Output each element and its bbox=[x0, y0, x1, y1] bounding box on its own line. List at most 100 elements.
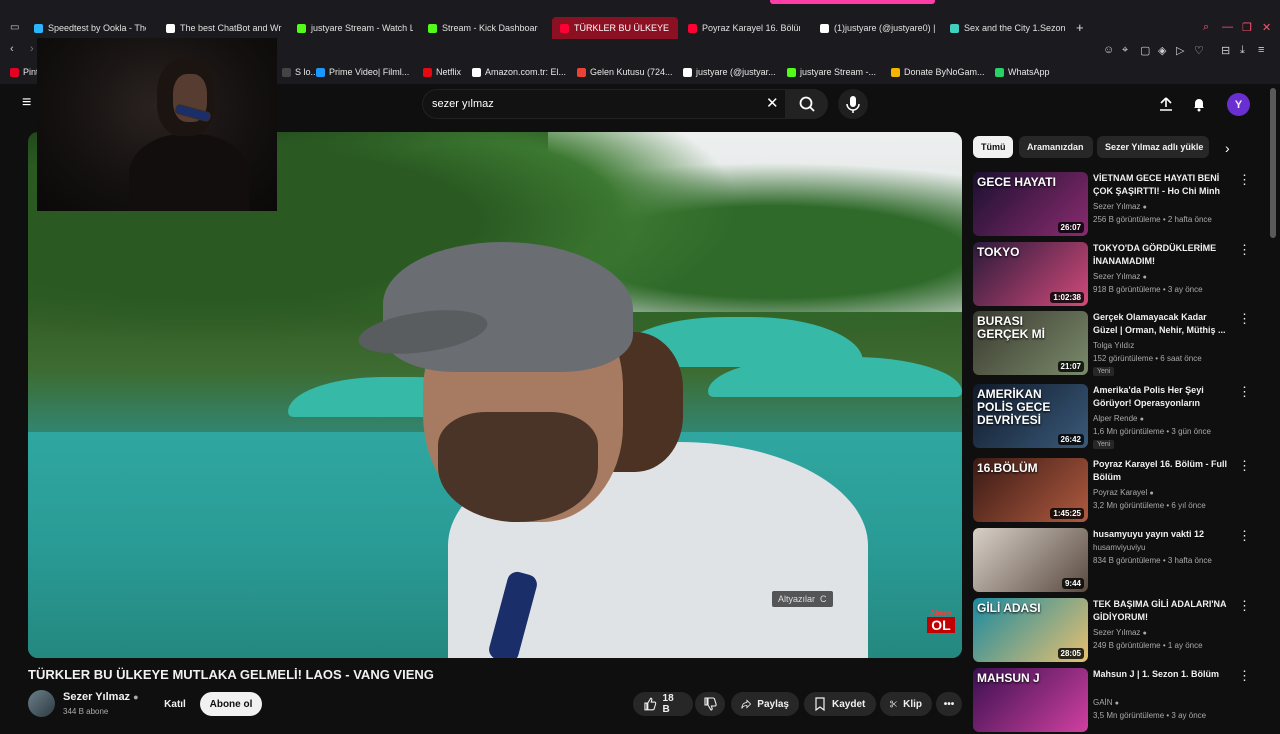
workspaces-icon[interactable]: ▭ bbox=[10, 22, 19, 33]
hamburger-menu-icon[interactable]: ≡ bbox=[22, 94, 31, 112]
recommendation-item[interactable]: 16.BÖLÜM 1:45:25 Poyraz Karayel 16. Bölüm … bbox=[973, 458, 1263, 524]
close-window-icon[interactable]: ✕ bbox=[1262, 21, 1271, 34]
search-input[interactable] bbox=[432, 96, 752, 112]
bookmark-item[interactable]: Prime Video| Filml... bbox=[316, 67, 409, 77]
bookmark-item[interactable]: Gelen Kutusu (724... bbox=[577, 67, 673, 77]
recommendation-channel[interactable]: Sezer Yılmaz ● bbox=[1093, 272, 1147, 281]
chip-from-search[interactable]: Aramanızdan bbox=[1019, 136, 1093, 158]
recommendation-thumbnail[interactable]: GİLİ ADASI 28:05 bbox=[973, 598, 1088, 662]
recommendation-channel[interactable]: Sezer Yılmaz ● bbox=[1093, 202, 1147, 211]
browser-tab[interactable]: The best ChatBot and Wr bbox=[166, 18, 284, 38]
recommendation-title[interactable]: husamyuyu yayın vakti 12 bbox=[1093, 528, 1233, 541]
recommendation-item[interactable]: BURASI GERÇEK Mİ 21:07 Gerçek Olamayacak K… bbox=[973, 311, 1263, 377]
chip-all[interactable]: Tümü bbox=[973, 136, 1013, 158]
more-actions-button[interactable]: ••• bbox=[936, 692, 962, 716]
dislike-button[interactable] bbox=[695, 692, 725, 716]
bookmark-item[interactable]: justyare (@justyar... bbox=[683, 67, 776, 77]
search-button[interactable] bbox=[786, 89, 828, 119]
recommendation-item[interactable]: TOKYO 1:02:38 TOKYO'DA GÖRDÜKLERİME İNANAM… bbox=[973, 242, 1263, 308]
more-options-icon[interactable]: ⋮ bbox=[1238, 528, 1251, 544]
forward-icon[interactable]: › bbox=[30, 43, 34, 55]
recommendation-title[interactable]: Mahsun J | 1. Sezon 1. Bölüm bbox=[1093, 668, 1233, 681]
download-icon[interactable]: ⤓ bbox=[1240, 44, 1245, 57]
join-button[interactable]: Katıl bbox=[155, 692, 195, 716]
more-options-icon[interactable]: ⋮ bbox=[1238, 598, 1251, 614]
recommendation-title[interactable]: Poyraz Karayel 16. Bölüm - Full Bölüm bbox=[1093, 458, 1233, 484]
recommendation-channel[interactable]: Tolga Yıldız bbox=[1093, 341, 1134, 350]
heart-icon[interactable]: ♡ bbox=[1194, 44, 1204, 57]
browser-tab[interactable]: justyare Stream - Watch L bbox=[297, 18, 413, 38]
recommendation-title[interactable]: TOKYO'DA GÖRDÜKLERİME İNANAMADIM! bbox=[1093, 242, 1233, 268]
recommendation-thumbnail[interactable]: TOKYO 1:02:38 bbox=[973, 242, 1088, 306]
browser-tab[interactable]: TÜRKLER BU ÜLKEYE bbox=[552, 17, 678, 39]
browser-tab[interactable]: Sex and the City 1.Sezon bbox=[950, 18, 1065, 38]
emoji-icon[interactable]: ☺ bbox=[1103, 44, 1114, 56]
play-icon[interactable]: ▷ bbox=[1176, 44, 1184, 57]
more-options-icon[interactable]: ⋮ bbox=[1238, 172, 1251, 188]
more-options-icon[interactable]: ⋮ bbox=[1238, 384, 1251, 400]
new-tab-button[interactable]: + bbox=[1076, 20, 1084, 35]
subscribe-watermark[interactable]: Abone OL bbox=[927, 610, 955, 642]
bookmark-item[interactable]: Netflix bbox=[423, 67, 461, 77]
recommendation-thumbnail[interactable]: AMERİKAN POLİS GECE DEVRİYESİ 26:42 bbox=[973, 384, 1088, 448]
recommendation-thumbnail[interactable]: 16.BÖLÜM 1:45:25 bbox=[973, 458, 1088, 522]
screenshot-icon[interactable]: ▢ bbox=[1140, 44, 1150, 57]
page-scrollbar[interactable] bbox=[1270, 88, 1276, 238]
save-button[interactable]: Kaydet bbox=[804, 692, 876, 716]
minimize-icon[interactable]: — bbox=[1222, 21, 1233, 33]
bookmark-item[interactable]: Pint bbox=[10, 67, 39, 77]
recommendation-channel[interactable]: GAİN ● bbox=[1093, 698, 1119, 707]
recommendation-thumbnail[interactable]: 9:44 bbox=[973, 528, 1088, 592]
recommendation-thumbnail[interactable]: BURASI GERÇEK Mİ 21:07 bbox=[973, 311, 1088, 375]
recommendation-title[interactable]: TEK BAŞIMA GİLİ ADALARI'NA GİDİYORUM! bbox=[1093, 598, 1233, 624]
recommendation-item[interactable]: GECE HAYATI 26:07 VİETNAM GECE HAYATI BENİ… bbox=[973, 172, 1263, 238]
search-tabs-icon[interactable]: ⌕ bbox=[1203, 21, 1209, 34]
subscribe-button[interactable]: Abone ol bbox=[200, 692, 262, 716]
recommendation-title[interactable]: Gerçek Olamayacak Kadar Güzel | Orman, N… bbox=[1093, 311, 1233, 337]
chip-channel-uploads[interactable]: Sezer Yılmaz adlı yükle bbox=[1097, 136, 1209, 158]
bookmark-item[interactable]: WhatsApp bbox=[995, 67, 1050, 77]
recommendation-channel[interactable]: Poyraz Karayel ● bbox=[1093, 488, 1154, 497]
clear-search-icon[interactable]: ✕ bbox=[766, 94, 779, 112]
back-icon[interactable]: ‹ bbox=[10, 43, 14, 55]
recommendation-title[interactable]: Amerika'da Polis Her Şeyi Görüyor! Opera… bbox=[1093, 384, 1233, 412]
chevron-right-icon[interactable]: › bbox=[1225, 140, 1230, 156]
share-button[interactable]: Paylaş bbox=[731, 692, 799, 716]
like-button[interactable]: 18 B bbox=[633, 692, 693, 716]
pin-icon[interactable]: ⌖ bbox=[1122, 44, 1128, 57]
bookmark-item[interactable]: justyare Stream -... bbox=[787, 67, 876, 77]
more-options-icon[interactable]: ⋮ bbox=[1238, 242, 1251, 258]
more-options-icon[interactable]: ⋮ bbox=[1238, 458, 1251, 474]
recommendation-item[interactable]: 9:44 husamyuyu yayın vakti 12 husamviyuviy… bbox=[973, 528, 1263, 594]
recommendation-channel[interactable]: Alper Rende ● bbox=[1093, 414, 1144, 423]
channel-avatar[interactable] bbox=[28, 690, 55, 717]
wallet-icon[interactable]: ⊟ bbox=[1221, 44, 1230, 57]
clip-button[interactable]: Klip bbox=[880, 692, 932, 716]
maximize-icon[interactable]: ❐ bbox=[1242, 21, 1252, 34]
search-box[interactable] bbox=[422, 89, 786, 119]
more-options-icon[interactable]: ⋮ bbox=[1238, 311, 1251, 327]
notifications-bell-icon[interactable] bbox=[1191, 96, 1207, 112]
bookmark-item[interactable]: Amazon.com.tr: El... bbox=[472, 67, 566, 77]
recommendation-channel[interactable]: Sezer Yılmaz ● bbox=[1093, 628, 1147, 637]
channel-name[interactable]: Sezer Yılmaz ● bbox=[63, 691, 139, 703]
bookmark-item[interactable]: Donate ByNoGam... bbox=[891, 67, 985, 77]
recommendation-item[interactable]: MAHSUN J Mahsun J | 1. Sezon 1. Bölüm GAİN… bbox=[973, 668, 1263, 734]
recommendation-title[interactable]: VİETNAM GECE HAYATI BENİ ÇOK ŞAŞIRTTI! -… bbox=[1093, 172, 1233, 198]
upload-icon[interactable] bbox=[1158, 96, 1174, 112]
shield-icon[interactable]: ◈ bbox=[1158, 44, 1166, 57]
account-avatar[interactable]: Y bbox=[1227, 93, 1250, 116]
browser-tab[interactable]: Stream - Kick Dashboard bbox=[428, 18, 538, 38]
recommendation-item[interactable]: AMERİKAN POLİS GECE DEVRİYESİ 26:42 Amerik… bbox=[973, 384, 1263, 450]
voice-search-button[interactable] bbox=[838, 89, 868, 119]
recommendation-item[interactable]: GİLİ ADASI 28:05 TEK BAŞIMA GİLİ ADALARI'N… bbox=[973, 598, 1263, 664]
recommendation-thumbnail[interactable]: MAHSUN J bbox=[973, 668, 1088, 732]
recommendation-channel[interactable]: husamviyuviyu bbox=[1093, 543, 1145, 552]
recommendation-thumbnail[interactable]: GECE HAYATI 26:07 bbox=[973, 172, 1088, 236]
bookmark-item[interactable]: S lo... bbox=[282, 67, 318, 77]
more-options-icon[interactable]: ⋮ bbox=[1238, 668, 1251, 684]
browser-tab[interactable]: Speedtest by Ookla - The bbox=[34, 18, 146, 38]
browser-tab[interactable]: (1)justyare (@justyare0) | bbox=[820, 18, 935, 38]
browser-tab[interactable]: Poyraz Karayel 16. Bölüm bbox=[688, 18, 800, 38]
menu-icon[interactable]: ≡ bbox=[1258, 44, 1264, 56]
